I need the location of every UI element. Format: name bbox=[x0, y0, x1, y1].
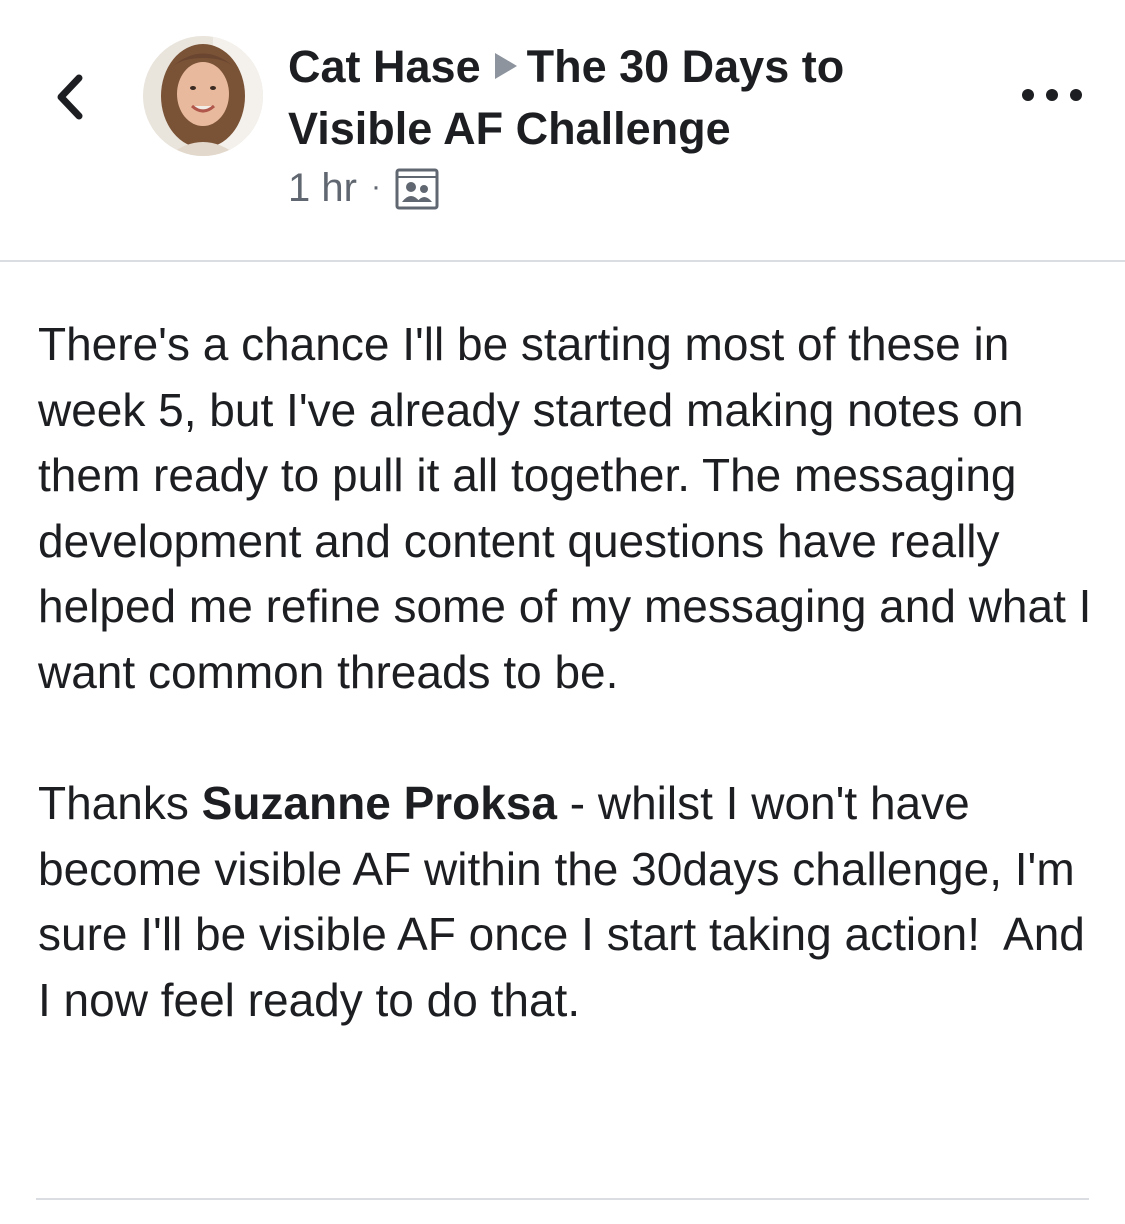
post-header: Cat Hase The 30 Days to Visible AF Challe… bbox=[0, 0, 1125, 262]
group-members-icon[interactable] bbox=[395, 168, 439, 210]
back-button[interactable] bbox=[40, 62, 100, 132]
post-title-block: Cat Hase The 30 Days to Visible AF Challe… bbox=[288, 36, 988, 160]
divider bbox=[36, 1198, 1089, 1200]
post-paragraph-2: Thanks Suzanne Proksa - whilst I won't h… bbox=[38, 771, 1098, 1033]
paragraph-2-prefix: Thanks bbox=[38, 777, 202, 830]
more-horizontal-icon-dot-1 bbox=[1022, 89, 1034, 101]
more-horizontal-icon-dot-2 bbox=[1046, 89, 1058, 101]
post-body: There's a chance I'll be starting most o… bbox=[38, 312, 1098, 1034]
meta-separator: · bbox=[370, 169, 381, 203]
post-paragraph-1: There's a chance I'll be starting most o… bbox=[38, 318, 1092, 698]
avatar-photo bbox=[143, 36, 263, 156]
post-title: Cat Hase The 30 Days to Visible AF Challe… bbox=[288, 36, 988, 160]
author-name-link[interactable]: Cat Hase bbox=[288, 41, 481, 92]
right-triangle-icon bbox=[494, 53, 517, 80]
more-horizontal-icon-dot-3 bbox=[1070, 89, 1082, 101]
more-options-button[interactable] bbox=[1022, 80, 1082, 110]
post-meta: 1 hr · bbox=[288, 166, 439, 211]
chevron-left-icon bbox=[57, 74, 83, 120]
post-time[interactable]: 1 hr bbox=[288, 166, 357, 211]
mention-link[interactable]: Suzanne Proksa bbox=[202, 777, 557, 829]
author-avatar[interactable] bbox=[143, 36, 263, 156]
